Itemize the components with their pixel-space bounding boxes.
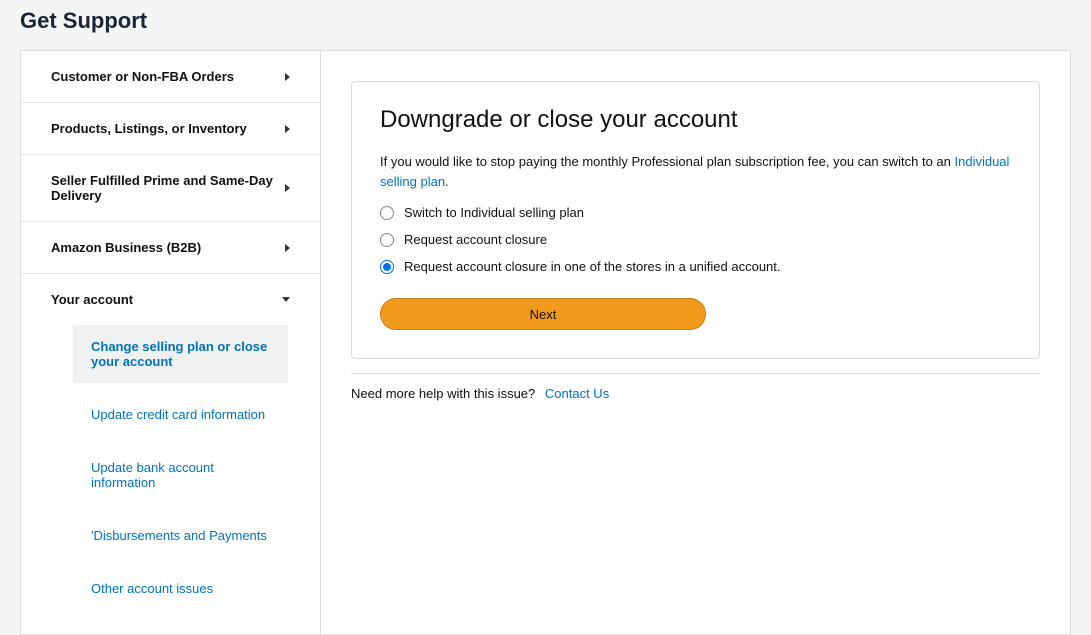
sidebar-item-prime[interactable]: Seller Fulfilled Prime and Same-Day Deli… <box>21 155 320 222</box>
radio-icon <box>380 206 394 220</box>
radio-label: Request account closure in one of the st… <box>404 259 781 274</box>
sub-item-update-bank[interactable]: Update bank account information <box>73 446 288 504</box>
card-title: Downgrade or close your account <box>380 106 1011 134</box>
radio-icon <box>380 260 394 274</box>
radio-option-switch-plan[interactable]: Switch to Individual selling plan <box>380 205 1011 220</box>
page-title: Get Support <box>20 0 1071 50</box>
contact-us-link[interactable]: Contact Us <box>545 386 609 401</box>
chevron-right-icon <box>285 73 290 81</box>
sidebar-item-account[interactable]: Your account <box>21 274 320 325</box>
sidebar-item-label: Customer or Non-FBA Orders <box>51 69 285 84</box>
main-panel: Downgrade or close your account If you w… <box>320 50 1071 635</box>
chevron-right-icon <box>285 244 290 252</box>
intro-text: If you would like to stop paying the mon… <box>380 154 955 169</box>
sidebar-item-products[interactable]: Products, Listings, or Inventory <box>21 103 320 155</box>
sub-item-other-issues[interactable]: Other account issues <box>73 567 288 610</box>
sidebar-item-label: Products, Listings, or Inventory <box>51 121 285 136</box>
chevron-right-icon <box>285 125 290 133</box>
chevron-right-icon <box>285 184 290 192</box>
sub-item-disbursements[interactable]: 'Disbursements and Payments <box>73 514 288 557</box>
sidebar-item-label: Amazon Business (B2B) <box>51 240 285 255</box>
help-prompt: Need more help with this issue? <box>351 386 535 401</box>
next-button[interactable]: Next <box>380 298 706 330</box>
intro-suffix: . <box>445 174 449 189</box>
sidebar-sub-account: Change selling plan or close your accoun… <box>21 325 320 634</box>
sub-item-change-plan[interactable]: Change selling plan or close your accoun… <box>73 325 288 383</box>
chevron-down-icon <box>282 297 290 302</box>
radio-label: Switch to Individual selling plan <box>404 205 584 220</box>
sidebar: Customer or Non-FBA Orders Products, Lis… <box>20 50 320 635</box>
support-container: Customer or Non-FBA Orders Products, Lis… <box>20 50 1071 635</box>
sub-item-update-card[interactable]: Update credit card information <box>73 393 288 436</box>
radio-label: Request account closure <box>404 232 547 247</box>
radio-option-close-unified[interactable]: Request account closure in one of the st… <box>380 259 1011 274</box>
sidebar-item-orders[interactable]: Customer or Non-FBA Orders <box>21 51 320 103</box>
sidebar-item-label: Seller Fulfilled Prime and Same-Day Deli… <box>51 173 285 203</box>
card-intro: If you would like to stop paying the mon… <box>380 152 1011 191</box>
help-row: Need more help with this issue? Contact … <box>351 373 1040 401</box>
radio-icon <box>380 233 394 247</box>
downgrade-card: Downgrade or close your account If you w… <box>351 81 1040 359</box>
radio-option-close-account[interactable]: Request account closure <box>380 232 1011 247</box>
sidebar-item-label: Your account <box>51 292 282 307</box>
sidebar-item-b2b[interactable]: Amazon Business (B2B) <box>21 222 320 274</box>
